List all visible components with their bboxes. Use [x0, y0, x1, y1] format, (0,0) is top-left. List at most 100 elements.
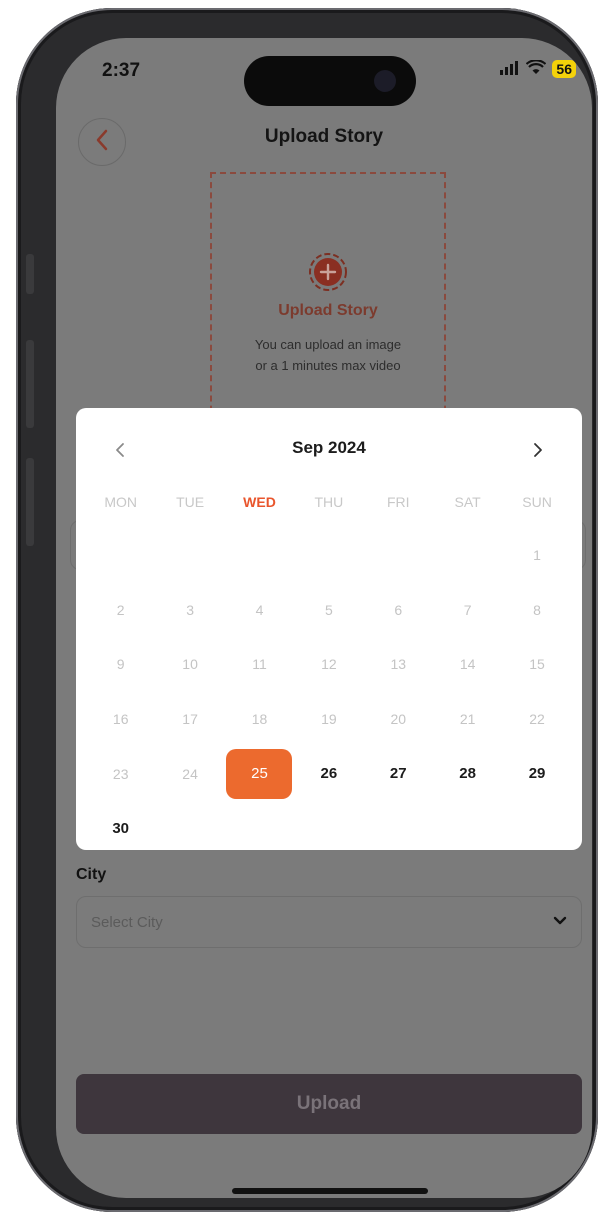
day-cell[interactable]: 29	[502, 746, 571, 801]
add-circle-icon	[308, 252, 348, 292]
volume-down-button	[26, 458, 34, 546]
day-number: 3	[186, 601, 194, 618]
day-cell: 22	[502, 692, 571, 747]
month-title: Sep 2024	[292, 438, 366, 457]
day-number: 20	[390, 711, 407, 728]
phone-frame: 2:37 56 Upload Story Upload Story You ca…	[16, 8, 598, 1212]
day-cell: 3	[155, 583, 224, 638]
selected-day-cell[interactable]: 25	[225, 746, 294, 801]
day-number: 23	[112, 765, 129, 782]
day-grid: 1 2 3 4 5 6 7 8 9 10 11 12 13 14 15 16 17 18 19 20 21 22 23 24 2…	[86, 528, 572, 856]
day-cell: 12	[294, 637, 363, 692]
volume-up-button	[26, 340, 34, 428]
day-cell: 9	[86, 637, 155, 692]
day-number: 8	[533, 601, 541, 618]
day-cell: 16	[86, 692, 155, 747]
upload-button[interactable]: Upload	[76, 1074, 582, 1134]
day-cell: 24	[155, 746, 224, 801]
day-cell: 23	[86, 746, 155, 801]
empty-day-cell	[294, 528, 363, 583]
chevron-right-icon	[534, 443, 542, 457]
day-number: 15	[529, 656, 545, 673]
empty-day-cell	[364, 528, 433, 583]
day-number: 25	[226, 748, 293, 799]
city-label: City	[76, 866, 107, 883]
day-cell: 14	[433, 637, 502, 692]
status-time: 2:37	[102, 60, 141, 81]
day-cell[interactable]: 30	[86, 801, 155, 856]
day-cell: 13	[364, 637, 433, 692]
day-number: 19	[321, 711, 337, 728]
city-select[interactable]: Select City	[76, 896, 582, 948]
empty-day-cell	[433, 528, 502, 583]
empty-day-cell	[155, 528, 224, 583]
dynamic-island	[244, 56, 416, 106]
calendar-header: Sep 2024	[76, 436, 582, 464]
day-number: 26	[320, 765, 338, 783]
day-number: 14	[459, 656, 476, 673]
day-number: 2	[116, 601, 125, 618]
day-cell: 4	[225, 583, 294, 638]
day-cell: 5	[294, 583, 363, 638]
day-cell: 11	[225, 637, 294, 692]
weekday-label: FRI	[386, 494, 410, 510]
day-number: 17	[182, 711, 198, 728]
day-number: 28	[459, 765, 476, 783]
weekday-row: MON TUE WED THU FRI SAT SUN	[86, 494, 572, 510]
day-cell: 18	[225, 692, 294, 747]
upload-label: Upload Story	[278, 302, 378, 319]
page-title: Upload Story	[264, 126, 384, 147]
wifi-icon	[526, 59, 547, 78]
day-number: 10	[182, 656, 198, 673]
day-number: 29	[528, 765, 546, 783]
empty-day-cell	[225, 528, 294, 583]
weekday-label: SAT	[454, 494, 481, 510]
weekday-label: WED	[243, 494, 276, 510]
day-cell: 1	[502, 528, 571, 583]
day-number: 22	[529, 711, 545, 728]
screen: 2:37 56 Upload Story Upload Story You ca…	[56, 38, 592, 1198]
day-number: 27	[389, 765, 407, 783]
status-icons: 56	[500, 59, 576, 78]
day-number: 13	[390, 656, 407, 673]
signal-icon	[500, 60, 520, 78]
weekday-label: TUE	[176, 494, 205, 510]
date-picker-popup: Sep 2024 MON TUE WED THU FRI SAT SUN 123456789…	[76, 408, 582, 850]
day-cell: 19	[294, 692, 363, 747]
upload-dropzone[interactable]: Upload Story You can upload an image or …	[210, 172, 446, 432]
day-number: 12	[321, 656, 337, 673]
empty-day-cell	[86, 528, 155, 583]
weekday-label: THU	[314, 494, 344, 510]
weekday-label: MON	[104, 494, 138, 510]
day-number: 1	[533, 547, 541, 564]
upload-description: You can upload an image or a 1 minutes m…	[254, 337, 402, 373]
day-cell: 17	[155, 692, 224, 747]
day-number: 9	[116, 656, 125, 673]
action-button	[26, 254, 34, 294]
day-cell: 2	[86, 583, 155, 638]
day-cell[interactable]: 28	[433, 746, 502, 801]
day-cell: 20	[364, 692, 433, 747]
next-month-button[interactable]	[524, 436, 552, 464]
day-number: 30	[112, 819, 130, 837]
day-number: 16	[112, 711, 129, 728]
battery-icon: 56	[552, 60, 576, 78]
home-indicator	[232, 1188, 428, 1194]
day-cell: 21	[433, 692, 502, 747]
day-number: 4	[255, 601, 264, 618]
day-number: 7	[463, 601, 472, 618]
day-cell: 8	[502, 583, 571, 638]
chevron-down-icon	[553, 913, 567, 931]
day-cell[interactable]: 26	[294, 746, 363, 801]
camera-lens	[374, 70, 396, 92]
day-number: 5	[324, 601, 333, 618]
day-cell: 7	[433, 583, 502, 638]
city-placeholder: Select City	[91, 913, 163, 931]
day-cell: 10	[155, 637, 224, 692]
day-number: 24	[182, 765, 198, 782]
day-number: 6	[394, 601, 403, 618]
day-number: 18	[251, 711, 268, 728]
day-cell: 15	[502, 637, 571, 692]
day-cell[interactable]: 27	[364, 746, 433, 801]
day-number: 21	[459, 711, 476, 728]
